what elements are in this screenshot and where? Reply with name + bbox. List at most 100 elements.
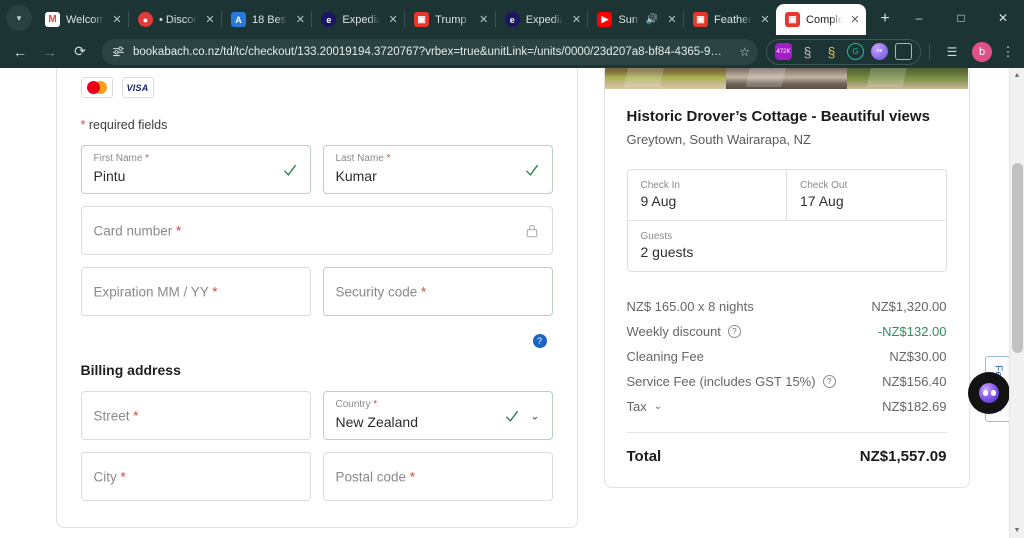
last-name-value: Kumar xyxy=(335,168,377,184)
street-field[interactable]: Street * xyxy=(80,391,311,440)
price-row: Weekly discount ? -NZ$132.00 xyxy=(627,319,947,344)
news-icon: ▣ xyxy=(693,12,709,27)
price-label-group: Service Fee (includes GST 15%) ? xyxy=(627,374,836,389)
property-title: Historic Drover’s Cottage - Beautiful vi… xyxy=(626,108,930,125)
check-out-value: 17 Aug xyxy=(800,193,844,209)
extension-badge: 472K xyxy=(776,48,791,55)
tab-close-icon[interactable]: ✕ xyxy=(477,13,491,26)
price-amount: -NZ$132.00 xyxy=(877,324,947,339)
scrollbar-thumb[interactable] xyxy=(1012,163,1023,353)
check-out-cell[interactable]: Check Out 17 Aug xyxy=(786,170,946,220)
tab-close-icon[interactable]: ✕ xyxy=(203,13,217,26)
scroll-up-arrow[interactable]: ▲ xyxy=(1010,68,1024,83)
chevron-down-icon[interactable]: ⌄ xyxy=(530,409,539,422)
browser-tab-expedia-1[interactable]: e Expedia ✕ xyxy=(312,4,404,35)
star-icon[interactable]: ☆ xyxy=(739,45,750,59)
guests-cell[interactable]: Guests 2 guests xyxy=(628,221,946,271)
tab-close-icon[interactable]: ✕ xyxy=(110,13,124,26)
security-code-field[interactable]: Security code * xyxy=(322,267,553,316)
url-text: bookabach.co.nz/td/tc/checkout/133.20019… xyxy=(133,45,722,58)
tab-title: • Discord xyxy=(159,13,197,26)
expiry-cvv-row: Expiration MM / YY * Security code * xyxy=(80,267,553,316)
booking-summary-column: Historic Drover’s Cottage - Beautiful vi… xyxy=(603,68,970,538)
browser-tab-youtube[interactable]: ▶ Sum 🔊 ✕ xyxy=(588,4,683,35)
visa-logo-text: VISA xyxy=(126,82,149,93)
price-label-group[interactable]: Tax ⌄ xyxy=(627,399,663,414)
bot-extension-icon[interactable]: •• xyxy=(871,43,888,60)
price-amount: NZ$156.40 xyxy=(882,374,947,389)
guests-value: 2 guests xyxy=(640,244,694,260)
property-location: Greytown, South Wairarapa, NZ xyxy=(626,132,811,147)
tab-close-icon[interactable]: ✕ xyxy=(293,13,307,26)
expedia-icon: e xyxy=(321,12,337,27)
checkout-page: VISA * required fields First Name * Pint… xyxy=(8,68,1017,538)
reading-list-icon[interactable]: ☰ xyxy=(938,38,966,66)
address-bar[interactable]: bookabach.co.nz/td/tc/checkout/133.20019… xyxy=(102,38,758,65)
expiration-field[interactable]: Expiration MM / YY * xyxy=(80,267,311,316)
browser-tab-expedia-2[interactable]: e Expedia ✕ xyxy=(496,4,588,35)
maximize-button[interactable]: □ xyxy=(940,1,982,34)
city-field[interactable]: City * xyxy=(80,452,311,501)
expiration-placeholder: Expiration MM / YY * xyxy=(93,284,218,299)
browser-tab-welcome[interactable]: M Welcome ✕ xyxy=(36,4,128,35)
payment-card: VISA * required fields First Name * Pint… xyxy=(55,68,578,528)
tab-close-icon[interactable]: ✕ xyxy=(386,13,400,26)
tune-icon[interactable] xyxy=(112,45,125,58)
bot-avatar-icon[interactable] xyxy=(968,372,1010,414)
page-scrollbar[interactable]: ▲ ▼ xyxy=(1009,68,1024,538)
help-icon[interactable]: ? xyxy=(532,334,547,348)
last-name-field[interactable]: Last Name * Kumar xyxy=(322,145,553,194)
check-in-cell[interactable]: Check In 9 Aug xyxy=(628,170,787,220)
minimize-button[interactable]: – xyxy=(898,1,940,34)
tab-close-icon[interactable]: ✕ xyxy=(848,13,862,26)
browser-tab-trump[interactable]: ▣ Trump I ✕ xyxy=(405,4,495,35)
postal-code-field[interactable]: Postal code * xyxy=(322,452,553,501)
forward-button[interactable]: → xyxy=(36,38,64,66)
booking-summary-card: Historic Drover’s Cottage - Beautiful vi… xyxy=(603,68,970,488)
reload-button[interactable]: ⟳ xyxy=(66,38,94,66)
close-window-button[interactable]: ✕ xyxy=(982,1,1024,34)
security-code-placeholder: Security code * xyxy=(335,284,427,299)
counter-extension-icon[interactable]: 472K xyxy=(775,43,792,60)
clipboard-extension-icon[interactable] xyxy=(895,43,912,60)
new-tab-button[interactable]: + xyxy=(872,6,898,32)
back-button[interactable]: ← xyxy=(6,38,34,66)
help-question-icon[interactable]: ? xyxy=(727,325,741,338)
gmail-icon: M xyxy=(45,12,60,27)
tab-close-icon[interactable]: ✕ xyxy=(569,13,583,26)
tab-title: Sum xyxy=(618,13,640,26)
tab-close-icon[interactable]: ✕ xyxy=(758,13,772,26)
price-label: NZ$ 165.00 x 8 nights xyxy=(626,299,754,314)
total-row: Total NZ$1,557.09 xyxy=(627,433,947,465)
mastercard-logo xyxy=(80,77,113,98)
card-number-field[interactable]: Card number * xyxy=(80,206,553,255)
tab-title: Feathers xyxy=(714,13,752,26)
tab-close-icon[interactable]: ✕ xyxy=(665,13,679,26)
total-label: Total xyxy=(626,448,662,465)
country-field[interactable]: Country * New Zealand ⌄ xyxy=(322,391,553,440)
discord-icon: ● xyxy=(138,12,153,27)
grey-swirl-extension-icon[interactable]: § xyxy=(799,43,816,60)
browser-toolbar: ← → ⟳ bookabach.co.nz/td/tc/checkout/133… xyxy=(0,35,1024,68)
kebab-menu-icon[interactable]: ⋮ xyxy=(998,38,1018,66)
tab-title: Expedia xyxy=(342,13,381,26)
tab-search-icon[interactable]: ▾ xyxy=(6,5,32,31)
first-name-field[interactable]: First Name * Pintu xyxy=(80,145,311,194)
chevron-down-icon[interactable]: ⌄ xyxy=(654,401,662,412)
card-number-row: Card number * xyxy=(80,206,553,255)
profile-avatar[interactable]: b xyxy=(972,41,992,62)
required-fields-note: * required fields xyxy=(81,118,553,132)
yellow-swirl-extension-icon[interactable]: § xyxy=(823,43,840,60)
news-icon: ▣ xyxy=(414,12,430,27)
browser-tab-discord[interactable]: ● • Discord ✕ xyxy=(129,4,221,35)
tab-mute-icon[interactable]: 🔊 xyxy=(645,14,659,25)
grammarly-extension-icon[interactable]: G xyxy=(847,43,864,60)
tab-title: Welcome xyxy=(66,13,104,26)
browser-tab-complete-active[interactable]: ▣ Comple ✕ xyxy=(776,4,866,35)
help-question-icon[interactable]: ? xyxy=(822,375,836,388)
scroll-down-arrow[interactable]: ▼ xyxy=(1010,523,1024,538)
browser-tab-feathers[interactable]: ▣ Feathers ✕ xyxy=(684,4,776,35)
browser-tab-18best[interactable]: A 18 Best ✕ xyxy=(222,4,311,35)
city-postal-row: City * Postal code * xyxy=(80,452,553,501)
price-label: Service Fee (includes GST 15%) xyxy=(626,374,816,389)
